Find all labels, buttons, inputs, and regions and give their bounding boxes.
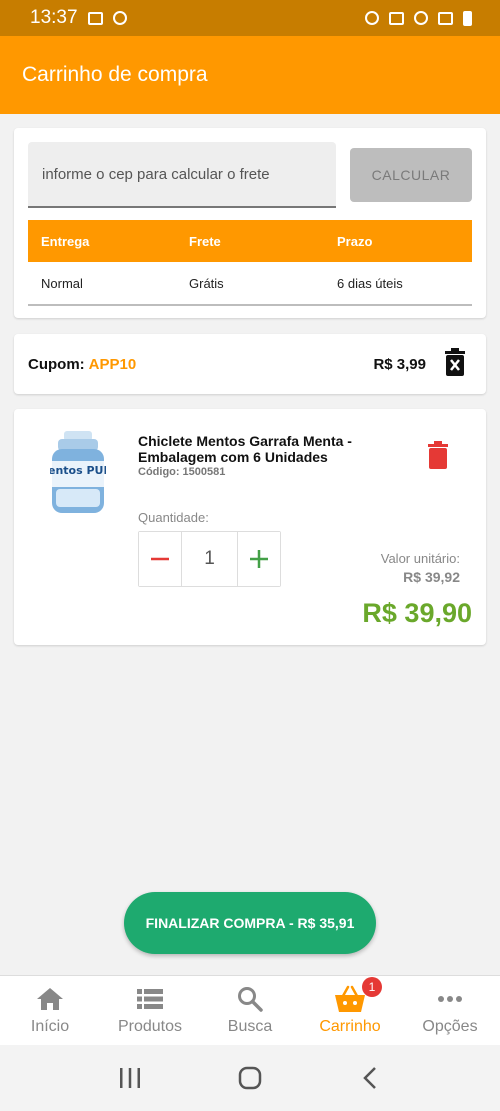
calculate-button[interactable]: CALCULAR <box>350 148 472 202</box>
header-freight: Frete <box>189 233 221 249</box>
back-button[interactable] <box>350 1058 390 1098</box>
home-button[interactable] <box>230 1058 270 1098</box>
wifi-icon <box>414 11 428 25</box>
recent-apps-icon <box>120 1068 140 1088</box>
increase-quantity-button[interactable] <box>238 532 280 586</box>
product-image-brand: mentos PURE <box>50 464 106 477</box>
table-row: Normal Grátis 6 dias úteis <box>28 262 472 306</box>
status-time: 13:37 <box>30 7 78 28</box>
page-title: Carrinho de compra <box>22 63 208 86</box>
bottom-nav: Início Produtos Busca 1 Carrinho Opções <box>0 975 500 1045</box>
coupon-card: Cupom: APP10 R$ 3,99 <box>14 334 486 394</box>
cell-delivery: Normal <box>41 275 83 291</box>
header-delivery: Entrega <box>41 233 90 249</box>
shipping-card: CALCULAR Entrega Frete Prazo Normal Grát… <box>14 128 486 318</box>
nav-item-busca[interactable]: Busca <box>200 976 300 1045</box>
header-deadline: Prazo <box>337 233 373 249</box>
product-name: Chiclete Mentos Garrafa Menta - Embalage… <box>138 433 352 465</box>
remove-coupon-icon[interactable] <box>444 347 466 381</box>
quantity-label: Quantidade: <box>138 510 209 525</box>
product-code: Código: 1500581 <box>138 466 225 478</box>
coupon-label: Cupom: <box>28 355 85 373</box>
decrease-quantity-button[interactable] <box>139 532 181 586</box>
coupon-code: APP10 <box>88 355 137 373</box>
nav-label: Opções <box>422 1018 478 1035</box>
home-icon <box>36 984 64 1014</box>
coupon-value: R$ 3,99 <box>373 355 426 373</box>
battery-icon <box>463 10 472 26</box>
minus-icon <box>151 557 169 561</box>
shipping-table: Entrega Frete Prazo Normal Grátis 6 dias… <box>28 220 472 306</box>
unit-price: R$ 39,92 <box>403 569 460 585</box>
nav-label: Produtos <box>117 1018 183 1035</box>
unit-price-label: Valor unitário: <box>380 551 460 566</box>
system-nav-bar <box>0 1045 500 1111</box>
list-icon <box>137 984 163 1014</box>
product-image: mentos PURE <box>37 431 119 519</box>
app-bar: Carrinho de compra <box>0 36 500 114</box>
cell-deadline: 6 dias úteis <box>337 275 403 291</box>
signal-icon <box>438 11 453 25</box>
quantity-value[interactable]: 1 <box>181 532 238 586</box>
cep-input[interactable] <box>28 142 336 208</box>
nav-item-opcoes[interactable]: Opções <box>400 976 500 1045</box>
nav-item-carrinho[interactable]: 1 Carrinho <box>300 976 400 1045</box>
home-circle-icon <box>238 1066 262 1090</box>
quantity-stepper: 1 <box>138 531 281 587</box>
alarm-icon <box>365 11 379 25</box>
product-code-value: 1500581 <box>182 466 226 478</box>
search-icon <box>237 984 263 1014</box>
nav-label: Carrinho <box>319 1018 381 1035</box>
mute-icon <box>389 11 404 25</box>
recent-apps-button[interactable] <box>110 1058 150 1098</box>
more-icon <box>437 984 463 1014</box>
plus-icon <box>250 550 268 568</box>
checkout-button[interactable]: FINALIZAR COMPRA - R$ 35,91 <box>124 892 376 954</box>
status-bar: 13:37 <box>0 0 500 36</box>
nav-item-produtos[interactable]: Produtos <box>100 976 200 1045</box>
item-total-price: R$ 39,90 <box>362 598 472 628</box>
nav-label: Início <box>30 1018 70 1035</box>
cart-badge: 1 <box>362 977 382 997</box>
product-card: mentos PURE Chiclete Mentos Garrafa Ment… <box>14 409 486 645</box>
cell-freight: Grátis <box>189 275 224 291</box>
nav-item-inicio[interactable]: Início <box>0 976 100 1045</box>
nav-label: Busca <box>227 1018 273 1035</box>
remove-item-icon[interactable] <box>427 441 449 474</box>
product-code-label: Código: <box>138 466 180 478</box>
shipping-table-header: Entrega Frete Prazo <box>28 220 472 262</box>
shop-notification-icon <box>112 11 127 25</box>
gallery-icon <box>87 11 103 25</box>
back-icon <box>363 1067 376 1089</box>
